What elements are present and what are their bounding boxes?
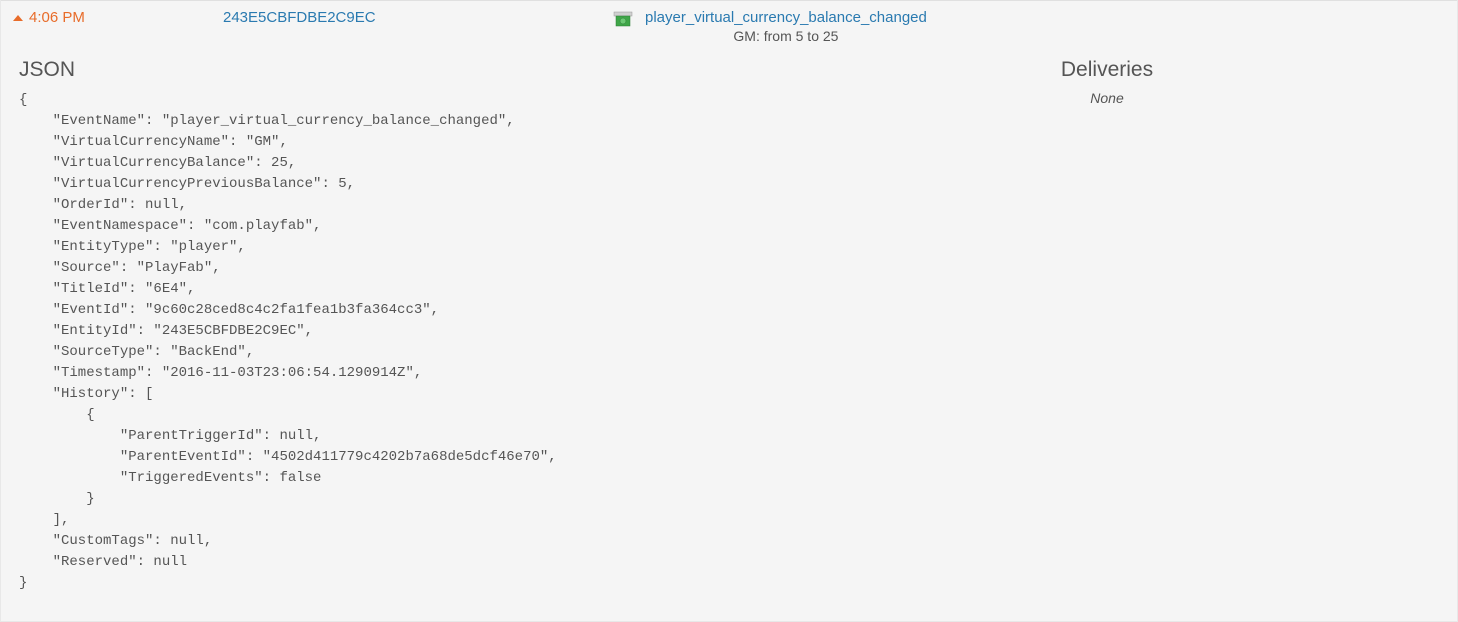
deliveries-panel-title: Deliveries — [775, 58, 1439, 82]
currency-icon — [613, 11, 633, 29]
deliveries-status: None — [775, 90, 1439, 106]
event-header-row: 4:06 PM 243E5CBFDBE2C9EC player_virtual_… — [1, 0, 1457, 48]
entity-id-link[interactable]: 243E5CBFDBE2C9EC — [223, 9, 613, 26]
caret-up-icon — [13, 15, 23, 21]
event-text-block: player_virtual_currency_balance_changed … — [645, 9, 927, 44]
event-time-cell[interactable]: 4:06 PM — [13, 9, 223, 26]
json-panel-title: JSON — [19, 58, 755, 82]
json-panel: JSON { "EventName": "player_virtual_curr… — [19, 58, 755, 594]
json-body: { "EventName": "player_virtual_currency_… — [19, 90, 755, 594]
event-subtitle: GM: from 5 to 25 — [733, 28, 838, 44]
event-name-cell: player_virtual_currency_balance_changed … — [613, 9, 927, 44]
event-time-text: 4:06 PM — [29, 9, 85, 26]
event-detail-panel: 4:06 PM 243E5CBFDBE2C9EC player_virtual_… — [0, 0, 1458, 622]
event-name-link[interactable]: player_virtual_currency_balance_changed — [645, 9, 927, 26]
deliveries-panel: Deliveries None — [755, 58, 1439, 594]
event-content-row: JSON { "EventName": "player_virtual_curr… — [1, 48, 1457, 604]
